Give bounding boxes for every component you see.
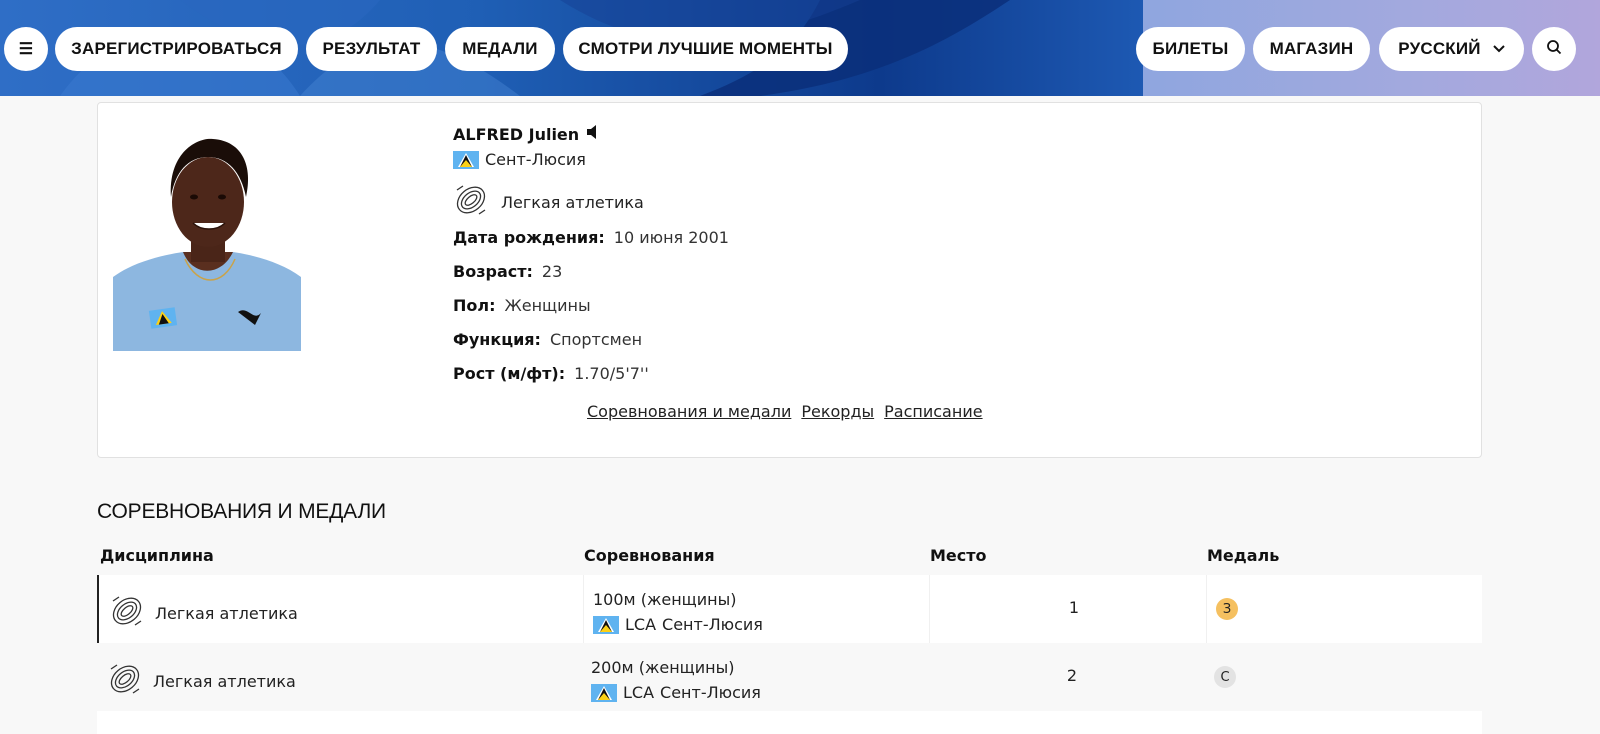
athlete-name-row: ALFRED Julien [453, 124, 601, 144]
height-field: Рост (м/фт): 1.70/5'7'' [453, 364, 649, 383]
menu-button[interactable]: ☰ [4, 27, 48, 71]
column-divider [583, 575, 584, 643]
nav-highlights-button[interactable]: СМОТРИ ЛУЧШИЕ МОМЕНТЫ [563, 27, 848, 71]
event-cell: 100м (женщины) LCA Сент-Люсия [593, 587, 763, 637]
link-records[interactable]: Рекорды [801, 402, 874, 421]
event-noc: LCA Сент-Люсия [591, 680, 761, 705]
place-cell: 1 [1068, 598, 1080, 617]
athlete-country: Сент-Люсия [485, 150, 586, 169]
speaker-icon[interactable] [585, 124, 601, 144]
table-row [97, 711, 1482, 734]
noc-code: LCA [625, 615, 657, 634]
event-name: 200м (женщины) [591, 658, 735, 677]
gender-value: Женщины [504, 296, 591, 315]
birthdate-value: 10 июня 2001 [613, 228, 729, 247]
top-navigation-bar: ☰ ЗАРЕГИСТРИРОВАТЬСЯ РЕЗУЛЬТАТ МЕДАЛИ СМ… [0, 0, 1600, 96]
age-label: Возраст: [453, 262, 533, 281]
search-icon [1546, 39, 1562, 60]
birthdate-label: Дата рождения: [453, 228, 605, 247]
event-name: 100м (женщины) [593, 590, 737, 609]
table-row[interactable]: Легкая атлетика 100м (женщины) LCA Сент-… [97, 575, 1482, 643]
function-label: Функция: [453, 330, 541, 349]
header-place: Место [930, 546, 987, 565]
discipline-cell: Легкая атлетика [109, 593, 298, 633]
noc-country: Сент-Люсия [660, 683, 761, 702]
noc-code: LCA [623, 683, 655, 702]
nav-tickets-button[interactable]: БИЛЕТЫ [1136, 27, 1245, 71]
header-discipline: Дисциплина [100, 546, 214, 565]
language-selector[interactable]: РУССКИЙ [1379, 27, 1524, 71]
athlete-country-row: Сент-Люсия [453, 150, 586, 169]
medal-badge: С [1214, 666, 1236, 688]
nav-medals-button[interactable]: МЕДАЛИ [445, 27, 555, 71]
athletics-icon [453, 182, 489, 222]
table-row[interactable]: Легкая атлетика 200м (женщины) LCA Сент-… [97, 643, 1482, 711]
link-schedule[interactable]: Расписание [884, 402, 982, 421]
height-label: Рост (м/фт): [453, 364, 566, 383]
column-divider [1206, 575, 1207, 643]
gender-field: Пол: Женщины [453, 296, 591, 315]
athletics-icon [107, 661, 143, 701]
gender-label: Пол: [453, 296, 496, 315]
height-value: 1.70/5'7'' [574, 364, 649, 383]
athletics-icon [109, 593, 145, 633]
table-header: Дисциплина Соревнования Место Медаль [97, 537, 1482, 575]
nav-shop-button[interactable]: МАГАЗИН [1253, 27, 1370, 71]
language-label: РУССКИЙ [1398, 39, 1481, 58]
function-field: Функция: Спортсмен [453, 330, 642, 349]
nav-register-button[interactable]: ЗАРЕГИСТРИРОВАТЬСЯ [55, 27, 298, 71]
nav-results-button[interactable]: РЕЗУЛЬТАТ [306, 27, 437, 71]
saint-lucia-flag-icon [591, 683, 617, 702]
athlete-photo [113, 127, 301, 351]
profile-links: Соревнования и медали Рекорды Расписание [587, 402, 983, 421]
event-cell: 200м (женщины) LCA Сент-Люсия [591, 655, 761, 705]
place-cell: 2 [1066, 666, 1078, 685]
age-value: 23 [541, 262, 563, 281]
birthdate-field: Дата рождения: 10 июня 2001 [453, 228, 729, 247]
athlete-name: ALFRED Julien [453, 124, 580, 144]
link-competitions-medals[interactable]: Соревнования и медали [587, 402, 791, 421]
event-noc: LCA Сент-Люсия [593, 612, 763, 637]
athlete-sport-row: Легкая атлетика [453, 182, 644, 222]
chevron-down-icon [1493, 40, 1505, 56]
discipline-cell: Легкая атлетика [107, 661, 296, 701]
noc-country: Сент-Люсия [662, 615, 763, 634]
saint-lucia-flag-icon [593, 615, 619, 634]
column-divider [929, 575, 930, 643]
saint-lucia-flag-icon [453, 150, 479, 169]
medal-badge: З [1216, 598, 1238, 620]
hamburger-icon: ☰ [18, 41, 34, 58]
header-event: Соревнования [584, 546, 715, 565]
discipline-name: Легкая атлетика [155, 603, 298, 623]
search-button[interactable] [1532, 27, 1576, 71]
header-medal: Медаль [1207, 546, 1280, 565]
function-value: Спортсмен [549, 330, 643, 349]
discipline-name: Легкая атлетика [153, 671, 296, 691]
age-field: Возраст: 23 [453, 262, 562, 281]
athlete-sport: Легкая атлетика [501, 192, 644, 212]
medals-section-title: СОРЕВНОВАНИЯ И МЕДАЛИ [97, 500, 386, 523]
